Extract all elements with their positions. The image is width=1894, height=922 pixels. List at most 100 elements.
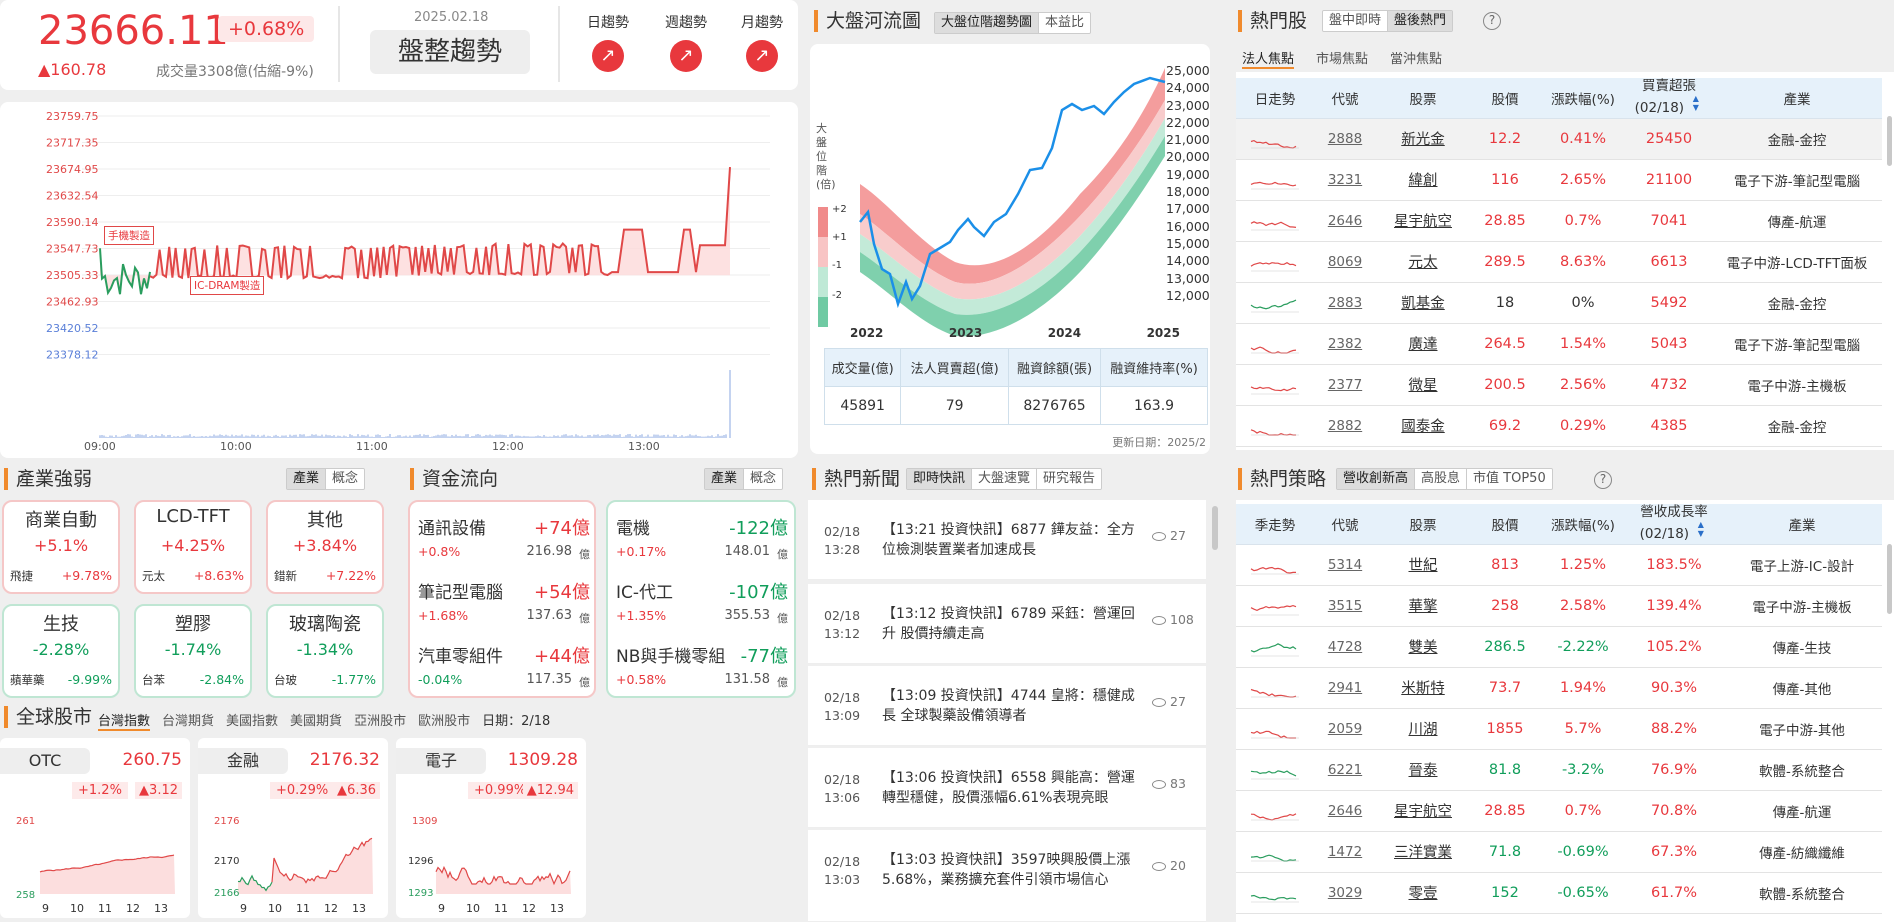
table-row[interactable]: 5314 世紀 813 1.25% 183.5% 電子上游-IC-設計 — [1236, 544, 1882, 586]
stock-code[interactable]: 3029 — [1314, 872, 1376, 914]
stock-code[interactable]: 2377 — [1314, 364, 1376, 406]
tab-position-chart[interactable]: 大盤位階趨勢圖 — [935, 13, 1039, 33]
river-chart[interactable] — [810, 44, 1210, 344]
news-headline[interactable]: 【13:12 投資快訊】6789 采鈺：營運回升 股價持續走高 — [882, 604, 1146, 644]
tab-flow-industry[interactable]: 產業 — [705, 469, 744, 489]
tab-flow-concept[interactable]: 概念 — [743, 469, 783, 489]
stock-name[interactable]: 雙美 — [1376, 626, 1470, 668]
stock-name[interactable]: 凱基金 — [1376, 282, 1470, 324]
stock-code[interactable]: 2646 — [1314, 790, 1376, 832]
news-item[interactable]: 02/18 13:09 【13:09 投資快訊】4744 皇將：穩健成長 全球製藥設… — [808, 666, 1206, 746]
stock-code[interactable]: 2883 — [1314, 282, 1376, 324]
table-row[interactable]: 2646 星宇航空 28.85 0.7% 7041 傳產-航運 — [1236, 200, 1882, 242]
table-row[interactable]: 8069 元太 289.5 8.63% 6613 電子中游-LCD-TFT面板 — [1236, 241, 1882, 283]
tab-high-dividend[interactable]: 高股息 — [1414, 469, 1467, 489]
stock-name[interactable]: 世紀 — [1376, 544, 1470, 586]
market-card[interactable]: 電子 1309.28 +0.99% ▲12.94 1309 1296 1293 9 10 11 12… — [396, 738, 586, 918]
table-row[interactable]: 2646 星宇航空 28.85 0.7% 70.8% 傳產-航運 — [1236, 790, 1882, 832]
flow-item[interactable]: 通訊設備 +74億 +0.8% 216.98 億 — [418, 514, 590, 572]
stock-name[interactable]: 零壹 — [1376, 872, 1470, 914]
news-headline[interactable]: 【13:09 投資快訊】4744 皇將：穩健成長 全球製藥設備領導者 — [882, 686, 1146, 726]
industry-card[interactable]: 玻璃陶瓷 -1.34% 台玻 -1.77% — [266, 604, 384, 698]
monthly-trend[interactable]: 月趨勢 ↗ — [736, 12, 788, 72]
subtab-daytrade[interactable]: 當沖焦點 — [1390, 48, 1442, 69]
stock-code[interactable]: 2941 — [1314, 667, 1376, 709]
stock-code[interactable]: 3515 — [1314, 585, 1376, 627]
industry-card[interactable]: 其他 +3.84% 錯新 +7.22% — [266, 500, 384, 594]
stock-code[interactable]: 2888 — [1314, 118, 1376, 160]
industry-card[interactable]: 商業自動 +5.1% 飛捷 +9.78% — [2, 500, 120, 594]
industry-card[interactable]: 生技 -2.28% 蘋華藥 -9.99% — [2, 604, 120, 698]
flow-item[interactable]: 汽車零組件 +44億 -0.04% 117.35 億 — [418, 642, 590, 700]
stock-name[interactable]: 米斯特 — [1376, 667, 1470, 709]
help-icon[interactable]: ? — [1594, 471, 1612, 489]
weekly-trend[interactable]: 週趨勢 ↗ — [660, 12, 712, 72]
stock-code[interactable]: 8069 — [1314, 241, 1376, 283]
stock-code[interactable]: 1472 — [1314, 831, 1376, 873]
flow-item[interactable]: 電機 -122億 +0.17% 148.01 億 — [616, 514, 788, 572]
table-row[interactable]: 2888 新光金 12.2 0.41% 25450 金融-金控 — [1236, 118, 1882, 160]
table-row[interactable]: 6221 晉泰 81.8 -3.2% 76.9% 軟體-系統整合 — [1236, 749, 1882, 791]
stock-name[interactable]: 三洋實業 — [1376, 831, 1470, 873]
industry-card[interactable]: LCD-TFT +4.25% 元太 +8.63% — [134, 500, 252, 594]
tab-concept[interactable]: 概念 — [325, 469, 365, 489]
col-head-sortable[interactable]: 買賣超張 (02/18) ▲▼ — [1626, 78, 1712, 119]
stock-code[interactable]: 6221 — [1314, 749, 1376, 791]
strategy-scrollbar[interactable] — [1887, 544, 1892, 614]
news-item[interactable]: 02/18 13:06 【13:06 投資快訊】6558 興能高：營運轉型穩健，股價… — [808, 748, 1206, 828]
industry-card[interactable]: 塑膠 -1.74% 台苯 -2.84% — [134, 604, 252, 698]
news-item[interactable]: 02/18 13:03 【13:03 投資快訊】3597映興股價上漲5.68%，業務… — [808, 830, 1206, 922]
table-row[interactable]: 2382 廣達 264.5 1.54% 5043 電子下游-筆記型電腦 — [1236, 323, 1882, 365]
table-row[interactable]: 2941 米斯特 73.7 1.94% 90.3% 傳產-其他 — [1236, 667, 1882, 709]
table-row[interactable]: 2377 微星 200.5 2.56% 4732 電子中游-主機板 — [1236, 364, 1882, 406]
stock-code[interactable]: 2059 — [1314, 708, 1376, 750]
table-row[interactable]: 3231 緯創 116 2.65% 21100 電子下游-筆記型電腦 — [1236, 159, 1882, 201]
news-item[interactable]: 02/18 13:12 【13:12 投資快訊】6789 采鈺：營運回升 股價持續走… — [808, 584, 1206, 664]
stock-code[interactable]: 3231 — [1314, 159, 1376, 201]
tab-us-index[interactable]: 美國指數 — [226, 710, 278, 731]
table-row[interactable]: 3515 華擎 258 2.58% 139.4% 電子中游-主機板 — [1236, 585, 1882, 627]
stock-code[interactable]: 2382 — [1314, 323, 1376, 365]
tab-europe[interactable]: 歐洲股市 — [418, 710, 470, 731]
table-row[interactable]: 4728 雙美 286.5 -2.22% 105.2% 傳產-生技 — [1236, 626, 1882, 668]
tab-us-futures[interactable]: 美國期貨 — [290, 710, 342, 731]
subtab-market[interactable]: 市場焦點 — [1316, 48, 1368, 69]
stock-name[interactable]: 晉泰 — [1376, 749, 1470, 791]
tab-tw-index[interactable]: 台灣指數 — [98, 710, 151, 731]
hot-scrollbar[interactable] — [1887, 116, 1892, 166]
stock-name[interactable]: 廣達 — [1376, 323, 1470, 365]
stock-name[interactable]: 緯創 — [1376, 159, 1470, 201]
tab-tw-futures[interactable]: 台灣期貨 — [162, 710, 214, 731]
table-row[interactable]: 2882 國泰金 69.2 0.29% 4385 金融-金控 — [1236, 405, 1882, 447]
stock-name[interactable]: 元太 — [1376, 241, 1470, 283]
stock-name[interactable]: 新光金 — [1376, 118, 1470, 160]
stock-name[interactable]: 星宇航空 — [1376, 790, 1470, 832]
stock-code[interactable]: 2646 — [1314, 200, 1376, 242]
stock-code[interactable]: 5314 — [1314, 544, 1376, 586]
table-row[interactable]: 2883 凱基金 18 0% 5492 金融-金控 — [1236, 282, 1882, 324]
stock-name[interactable]: 華擎 — [1376, 585, 1470, 627]
news-headline[interactable]: 【13:03 投資快訊】3597映興股價上漲5.68%，業務擴充套件引領市場信心 — [882, 850, 1146, 890]
tab-pe-ratio[interactable]: 本益比 — [1038, 13, 1091, 33]
table-row[interactable]: 3029 零壹 152 -0.65% 61.7% 軟體-系統整合 — [1236, 872, 1882, 914]
stock-code[interactable]: 4728 — [1314, 626, 1376, 668]
tab-intraday[interactable]: 盤中即時 — [1323, 11, 1388, 31]
news-item[interactable]: 02/18 13:28 【13:21 投資快訊】6877 鏵友益：全方位檢測裝置業者… — [808, 500, 1206, 580]
stock-name[interactable]: 微星 — [1376, 364, 1470, 406]
intraday-chart[interactable]: 23759.75 23717.35 23674.95 23632.54 23590.14… — [0, 102, 798, 458]
flow-item[interactable]: NB與手機零組 -77億 +0.58% 131.58 億 — [616, 642, 788, 700]
news-scrollbar[interactable] — [1212, 506, 1218, 550]
stock-name[interactable]: 國泰金 — [1376, 405, 1470, 447]
tab-market-overview[interactable]: 大盤速覽 — [971, 469, 1037, 489]
tab-asia[interactable]: 亞洲股市 — [354, 710, 406, 731]
daily-trend[interactable]: 日趨勢 ↗ — [582, 12, 634, 72]
tab-revenue-high[interactable]: 營收創新高 — [1337, 469, 1415, 489]
market-card[interactable]: 金融 2176.32 +0.29% ▲6.36 2176 2170 2166 9 10 11 12 1… — [198, 738, 388, 918]
table-row[interactable]: 1472 三洋實業 71.8 -0.69% 67.3% 傳產-紡織纖維 — [1236, 831, 1882, 873]
tab-research[interactable]: 研究報告 — [1036, 469, 1102, 489]
tab-industry[interactable]: 產業 — [287, 469, 326, 489]
market-card[interactable]: OTC 260.75 +1.2% ▲3.12 261 258 9 10 11 12 13 — [0, 738, 190, 918]
news-headline[interactable]: 【13:06 投資快訊】6558 興能高：營運轉型穩健，股價漲幅6.61%表現亮… — [882, 768, 1146, 808]
stock-name[interactable]: 星宇航空 — [1376, 200, 1470, 242]
stock-code[interactable]: 2882 — [1314, 405, 1376, 447]
